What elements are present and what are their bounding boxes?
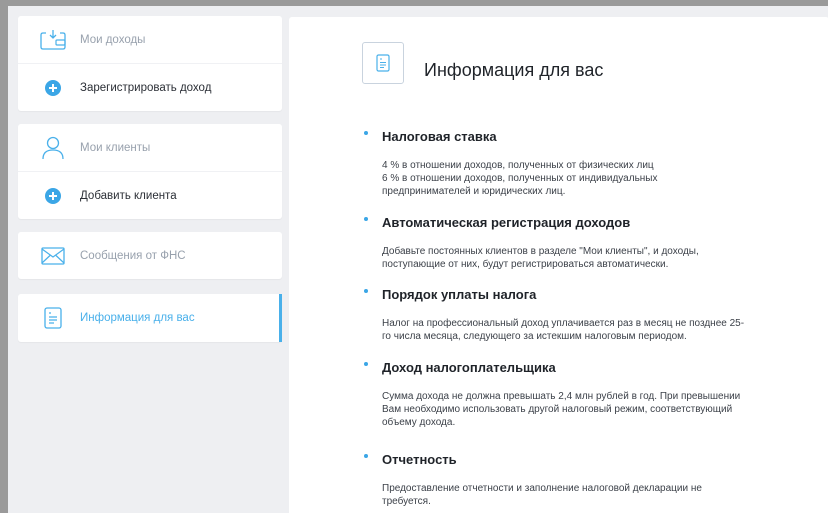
user-icon xyxy=(40,135,66,161)
active-indicator xyxy=(279,294,282,342)
sidebar-item-label: Зарегистрировать доход xyxy=(80,81,212,94)
section-text: Сумма дохода не должна превышать 2,4 млн… xyxy=(382,390,772,429)
bullet-icon xyxy=(364,217,368,221)
section-text: Налог на профессиональный доход уплачива… xyxy=(382,317,772,343)
sidebar-group-income: Мои доходы Зарегистрировать доход xyxy=(18,16,282,111)
plus-icon xyxy=(40,75,66,101)
section-text: Добавьте постоянных клиентов в разделе "… xyxy=(382,245,772,271)
bullet-icon xyxy=(364,289,368,293)
section-text-line: Добавьте постоянных клиентов в разделе "… xyxy=(382,246,699,257)
sidebar-item-label: Сообщения от ФНС xyxy=(80,249,186,262)
sidebar-group-clients: Мои клиенты Добавить клиента xyxy=(18,124,282,219)
app-frame: Мои доходы Зарегистрировать доход Мои кл… xyxy=(8,6,828,513)
bullet-icon xyxy=(364,362,368,366)
sidebar-item-label: Информация для вас xyxy=(80,312,195,324)
section-title: Автоматическая регистрация доходов xyxy=(382,215,631,230)
sidebar-item-info-for-you[interactable]: Информация для вас xyxy=(18,294,282,342)
section-title: Налоговая ставка xyxy=(382,129,497,144)
section-text-line: 6 % в отношении доходов, полученных от и… xyxy=(382,173,658,184)
section-text: 4 % в отношении доходов, полученных от ф… xyxy=(382,159,772,198)
sidebar-item-label: Добавить клиента xyxy=(80,189,177,202)
section-text-line: предпринимателей и юридических лиц. xyxy=(382,186,566,197)
page-title: Информация для вас xyxy=(424,60,604,80)
sidebar-item-label: Мои доходы xyxy=(80,33,146,46)
sidebar-item-my-clients[interactable]: Мои клиенты xyxy=(18,124,282,171)
sidebar-group-messages: Сообщения от ФНС xyxy=(18,232,282,279)
sidebar-item-add-client[interactable]: Добавить клиента xyxy=(18,171,282,219)
section-title: Порядок уплаты налога xyxy=(382,287,537,302)
document-icon xyxy=(362,42,404,84)
document-icon xyxy=(40,305,66,331)
sidebar-item-register-income[interactable]: Зарегистрировать доход xyxy=(18,63,282,111)
sidebar-group-info: Информация для вас xyxy=(18,294,282,342)
section-title: Доход налогоплательщика xyxy=(382,360,556,375)
section-text-line: поступающие от них, будут регистрировать… xyxy=(382,259,669,270)
sidebar-item-fns-messages[interactable]: Сообщения от ФНС xyxy=(18,232,282,279)
section-text-line: Вам необходимо использовать другой налог… xyxy=(382,404,733,415)
plus-icon xyxy=(40,183,66,209)
info-panel: Информация для вас Налоговая ставка 4 % в… xyxy=(289,17,828,513)
bullet-icon xyxy=(364,454,368,458)
section-title: Отчетность xyxy=(382,452,457,467)
section-text-line: Предоставление отчетности и заполнение н… xyxy=(382,483,702,494)
section-text-line: Сумма дохода не должна превышать 2,4 млн… xyxy=(382,391,741,402)
envelope-icon xyxy=(40,243,66,269)
section-text-line: 4 % в отношении доходов, полученных от ф… xyxy=(382,160,654,171)
section-text: Предоставление отчетности и заполнение н… xyxy=(382,482,772,508)
section-text-line: требуется. xyxy=(382,496,431,507)
section-text-line: го числа месяца, следующего за истекшим … xyxy=(382,331,687,342)
sidebar-item-my-income[interactable]: Мои доходы xyxy=(18,16,282,63)
section-text-line: Налог на профессиональный доход уплачива… xyxy=(382,318,745,329)
bullet-icon xyxy=(364,131,368,135)
wallet-icon xyxy=(40,27,66,53)
section-text-line: объему дохода. xyxy=(382,417,456,428)
sidebar-item-label: Мои клиенты xyxy=(80,141,151,154)
